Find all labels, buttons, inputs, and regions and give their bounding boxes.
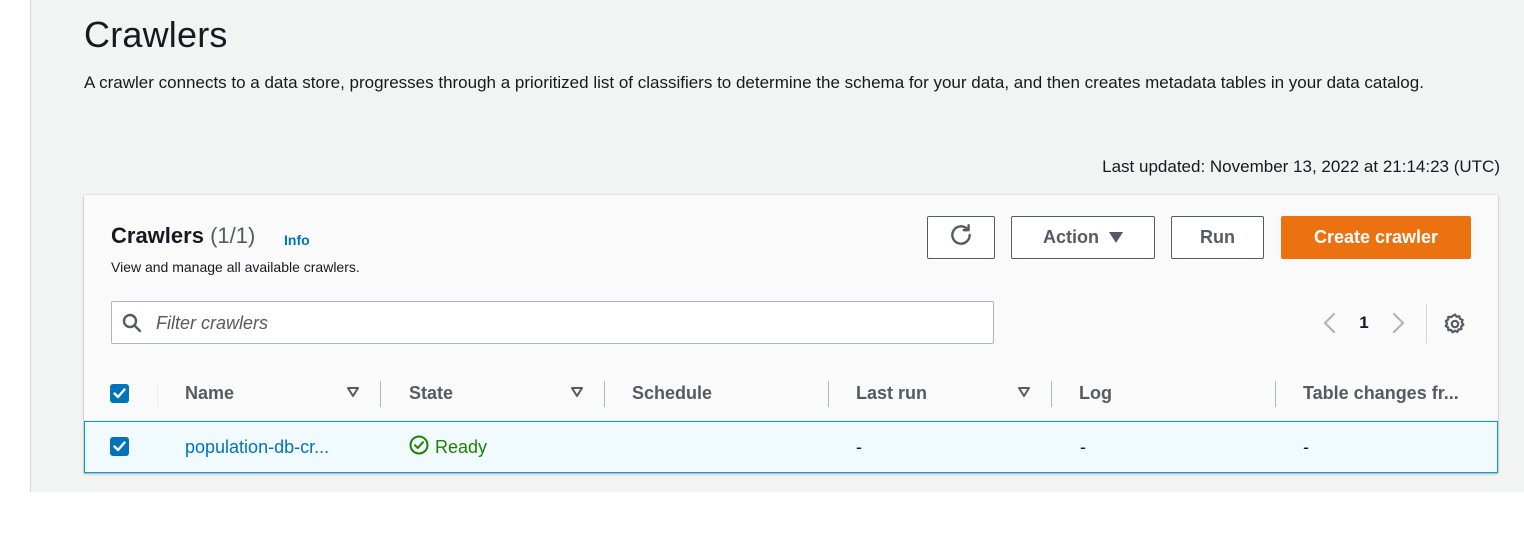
sort-down-icon[interactable] — [1017, 385, 1031, 404]
create-crawler-button[interactable]: Create crawler — [1281, 216, 1471, 259]
table-header: Name State Schedule Last run Log Table c… — [84, 367, 1498, 421]
page-description: A crawler connects to a data store, prog… — [84, 73, 1424, 92]
column-divider — [1051, 381, 1052, 407]
caret-down-icon — [1109, 230, 1123, 246]
column-divider — [1275, 381, 1276, 407]
sort-down-icon[interactable] — [346, 385, 360, 404]
table-row[interactable]: population-db-cr... Ready - - - — [84, 421, 1498, 473]
crawlers-table-panel: Crawlers (1/1) Info View and manage all … — [84, 195, 1498, 473]
panel-count: (1/1) — [210, 223, 256, 248]
action-dropdown-button[interactable]: Action — [1011, 216, 1155, 259]
column-divider — [604, 381, 605, 407]
pagination-divider — [1426, 303, 1427, 343]
info-link[interactable]: Info — [284, 232, 310, 248]
panel-title-text: Crawlers — [111, 223, 204, 248]
column-header-last-run[interactable]: Last run — [856, 367, 927, 420]
action-button-label: Action — [1043, 227, 1099, 247]
page-number[interactable]: 1 — [1344, 313, 1384, 333]
panel-description: View and manage all available crawlers. — [111, 259, 360, 275]
column-divider — [828, 381, 829, 407]
refresh-button[interactable] — [927, 216, 995, 259]
panel-title: Crawlers (1/1) — [111, 223, 255, 249]
select-all-checkbox[interactable] — [110, 384, 129, 403]
row-checkbox[interactable] — [110, 437, 129, 456]
last-updated-text: Last updated: November 13, 2022 at 21:14… — [1102, 157, 1500, 176]
page-content: Crawlers A crawler connects to a data st… — [30, 0, 1524, 492]
table-changes-cell: - — [1303, 436, 1309, 457]
column-divider — [380, 381, 381, 407]
column-header-table-changes[interactable]: Table changes fr... — [1303, 367, 1459, 420]
column-header-name[interactable]: Name — [185, 367, 234, 420]
crawler-name-link[interactable]: population-db-cr... — [185, 422, 329, 472]
sort-down-icon[interactable] — [570, 385, 584, 404]
page-title: Crawlers — [84, 14, 228, 55]
search-icon — [122, 313, 142, 338]
run-button[interactable]: Run — [1171, 216, 1264, 259]
gear-icon[interactable] — [1440, 309, 1470, 339]
column-header-state[interactable]: State — [409, 367, 453, 420]
success-check-icon — [409, 435, 429, 460]
column-header-log[interactable]: Log — [1079, 367, 1112, 420]
filter-crawlers-input[interactable] — [154, 302, 978, 345]
pagination: 1 — [1314, 305, 1414, 341]
column-header-schedule[interactable]: Schedule — [632, 367, 712, 420]
chevron-left-icon[interactable] — [1314, 308, 1344, 338]
refresh-icon — [948, 222, 974, 253]
chevron-right-icon[interactable] — [1384, 308, 1414, 338]
status-text: Ready — [435, 436, 488, 457]
column-divider — [157, 381, 158, 407]
status-badge: Ready — [409, 422, 487, 472]
log-cell: - — [1080, 436, 1086, 457]
last-run-cell: - — [856, 436, 862, 457]
filter-field[interactable] — [111, 301, 994, 345]
